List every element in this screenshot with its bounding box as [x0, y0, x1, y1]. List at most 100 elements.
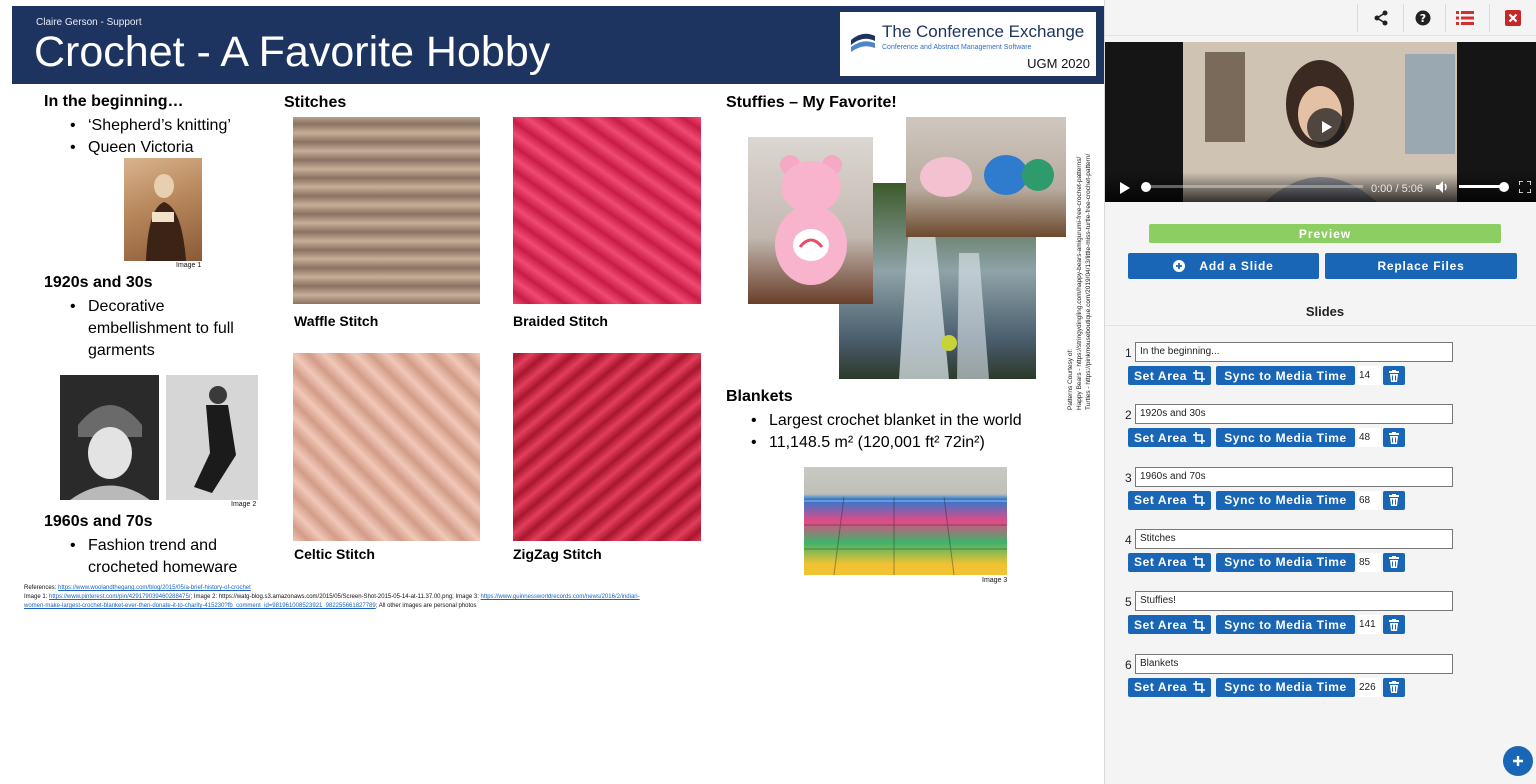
slide-time-field[interactable]: 141 — [1357, 615, 1381, 635]
sync-media-time-button[interactable]: Sync to Media Time — [1216, 552, 1355, 572]
logo-tagline: Conference and Abstract Management Softw… — [882, 44, 1032, 51]
blanket-pattern — [804, 496, 1007, 575]
delete-slide-button[interactable] — [1383, 677, 1405, 697]
slide-title-input[interactable]: In the beginning... — [1135, 342, 1453, 362]
crop-icon — [1193, 431, 1206, 444]
delete-slide-button[interactable] — [1383, 490, 1405, 510]
toolbar-divider — [1357, 4, 1358, 32]
image-3-link[interactable]: https://www.guinnessworldrecords.com/new… — [481, 594, 640, 600]
image-3-caption: Image 3 — [982, 577, 1008, 584]
reference-link[interactable]: https://www.woolandthegang.com/blog/2015… — [58, 585, 251, 591]
add-circle-icon — [1173, 260, 1186, 272]
set-area-button[interactable]: Set Area — [1128, 366, 1211, 385]
volume-slider[interactable] — [1459, 181, 1509, 192]
video-progress-bar[interactable] — [1141, 181, 1363, 192]
delete-slide-button[interactable] — [1383, 366, 1405, 385]
twenties-bullet: Decorative embellishment to full garment… — [70, 296, 266, 362]
list-button[interactable] — [1451, 6, 1479, 30]
zigzag-stitch-label: ZigZag Stitch — [513, 546, 602, 562]
video-play-overlay-button[interactable] — [1307, 108, 1345, 146]
slide-presenter: Claire Gerson - Support — [36, 17, 142, 28]
video-player[interactable]: 0:00 / 5:06 — [1105, 42, 1536, 202]
video-controls: 0:00 / 5:06 — [1105, 172, 1536, 202]
share-icon — [1374, 10, 1388, 26]
image-2-credit: ; Image 2: https://watg-blog.s3.amazonaw… — [190, 594, 479, 600]
slide-title-input[interactable]: Blankets — [1135, 653, 1453, 674]
slide-header: Claire Gerson - Support Crochet - A Favo… — [12, 6, 1104, 84]
volume-button[interactable] — [1435, 180, 1449, 199]
conference-exchange-logo-icon — [851, 33, 875, 52]
set-area-button[interactable]: Set Area — [1128, 552, 1211, 572]
sixties-heading: 1960s and 70s — [44, 513, 153, 530]
stuffies-heading: Stuffies – My Favorite! — [726, 94, 897, 111]
references-line: References: https://www.woolandthegang.c… — [24, 585, 251, 591]
add-slide-button[interactable]: Add a Slide — [1128, 253, 1319, 279]
volume-icon — [1436, 181, 1447, 193]
slide-time-field[interactable]: 226 — [1357, 677, 1381, 697]
braided-stitch-label: Braided Stitch — [513, 313, 608, 329]
slide-title-input[interactable]: Stuffies! — [1135, 591, 1453, 612]
list-icon — [1456, 11, 1474, 25]
sync-media-time-button[interactable]: Sync to Media Time — [1216, 490, 1355, 510]
delete-slide-button[interactable] — [1383, 428, 1405, 448]
volume-handle[interactable] — [1499, 181, 1509, 192]
fullscreen-button[interactable] — [1518, 180, 1532, 198]
image-3-link-cont[interactable]: women-make-largest-crochet-blanket-ever-… — [24, 603, 376, 609]
slide-canvas: Claire Gerson - Support Crochet - A Favo… — [0, 0, 1104, 784]
delete-slide-button[interactable] — [1383, 615, 1405, 635]
pattern-credits: Patterns Courtesy of: Happy Bears - http… — [1066, 90, 1106, 410]
conference-exchange-logo: The Conference Exchange Conference and A… — [840, 12, 1096, 76]
toolbar-divider — [1489, 4, 1490, 32]
replace-files-button[interactable]: Replace Files — [1325, 253, 1517, 279]
blankets-bullet: 11,148.5 m² (120,001 ft² 72in²) — [751, 432, 985, 454]
slide-time-field[interactable]: 85 — [1357, 552, 1381, 572]
panel-toolbar: ? — [1105, 0, 1536, 36]
image-credits-line-2: women-make-largest-crochet-blanket-ever-… — [24, 603, 476, 609]
slide-time-field[interactable]: 14 — [1357, 366, 1381, 385]
logo-event: UGM 2020 — [1027, 56, 1090, 71]
queen-victoria-figure — [146, 174, 186, 261]
waffle-stitch-label: Waffle Stitch — [294, 313, 379, 329]
play-icon — [1322, 121, 1332, 133]
video-progress-handle[interactable] — [1141, 181, 1151, 192]
braided-stitch-photo — [513, 117, 701, 304]
sync-media-time-button[interactable]: Sync to Media Time — [1216, 366, 1355, 385]
slide-title-input[interactable]: 1960s and 70s — [1135, 466, 1453, 487]
add-fab-button[interactable] — [1503, 746, 1533, 776]
set-area-button[interactable]: Set Area — [1128, 490, 1211, 510]
share-button[interactable] — [1367, 6, 1395, 30]
logo-name: The Conference Exchange — [882, 22, 1085, 41]
trash-icon — [1389, 618, 1399, 631]
close-button[interactable] — [1499, 6, 1527, 30]
preview-button[interactable]: Preview — [1149, 224, 1501, 243]
presenter-panel: ? 0:00 / 5:06 Preview Add a Slide Replac… — [1104, 0, 1536, 784]
turtles-photo — [906, 117, 1066, 237]
set-area-button[interactable]: Set Area — [1128, 428, 1211, 448]
credits-line: Happy Bears - https://stringydingling.co… — [1076, 156, 1083, 410]
slide-time-field[interactable]: 68 — [1357, 490, 1381, 510]
add-slide-label: Add a Slide — [1199, 259, 1274, 273]
help-button[interactable]: ? — [1409, 6, 1437, 30]
delete-slide-button[interactable] — [1383, 552, 1405, 572]
plus-icon — [1513, 756, 1523, 766]
play-button[interactable] — [1119, 181, 1131, 199]
slide-row-number: 6 — [1125, 657, 1132, 672]
image-1-link[interactable]: https://www.pinterest.com/pin/4291790394… — [49, 594, 190, 600]
twenties-heading: 1920s and 30s — [44, 274, 153, 291]
sync-media-time-button[interactable]: Sync to Media Time — [1216, 428, 1355, 448]
set-area-button[interactable]: Set Area — [1128, 615, 1211, 635]
slide-time-field[interactable]: 48 — [1357, 428, 1381, 448]
set-area-label: Set Area — [1133, 430, 1188, 445]
play-icon — [1120, 182, 1130, 194]
sync-media-time-button[interactable]: Sync to Media Time — [1216, 677, 1355, 697]
sync-media-time-button[interactable]: Sync to Media Time — [1216, 615, 1355, 635]
slide-title-input[interactable]: 1920s and 30s — [1135, 404, 1453, 425]
sixties-bullet: Fashion trend and crocheted homeware — [70, 535, 266, 579]
blankets-heading: Blankets — [726, 388, 793, 405]
set-area-label: Set Area — [1133, 493, 1188, 508]
set-area-label: Set Area — [1133, 555, 1188, 570]
flapper-portrait-figure — [60, 375, 159, 500]
trash-icon — [1389, 681, 1399, 693]
slide-title-input[interactable]: Stitches — [1135, 528, 1453, 549]
set-area-button[interactable]: Set Area — [1128, 677, 1211, 697]
